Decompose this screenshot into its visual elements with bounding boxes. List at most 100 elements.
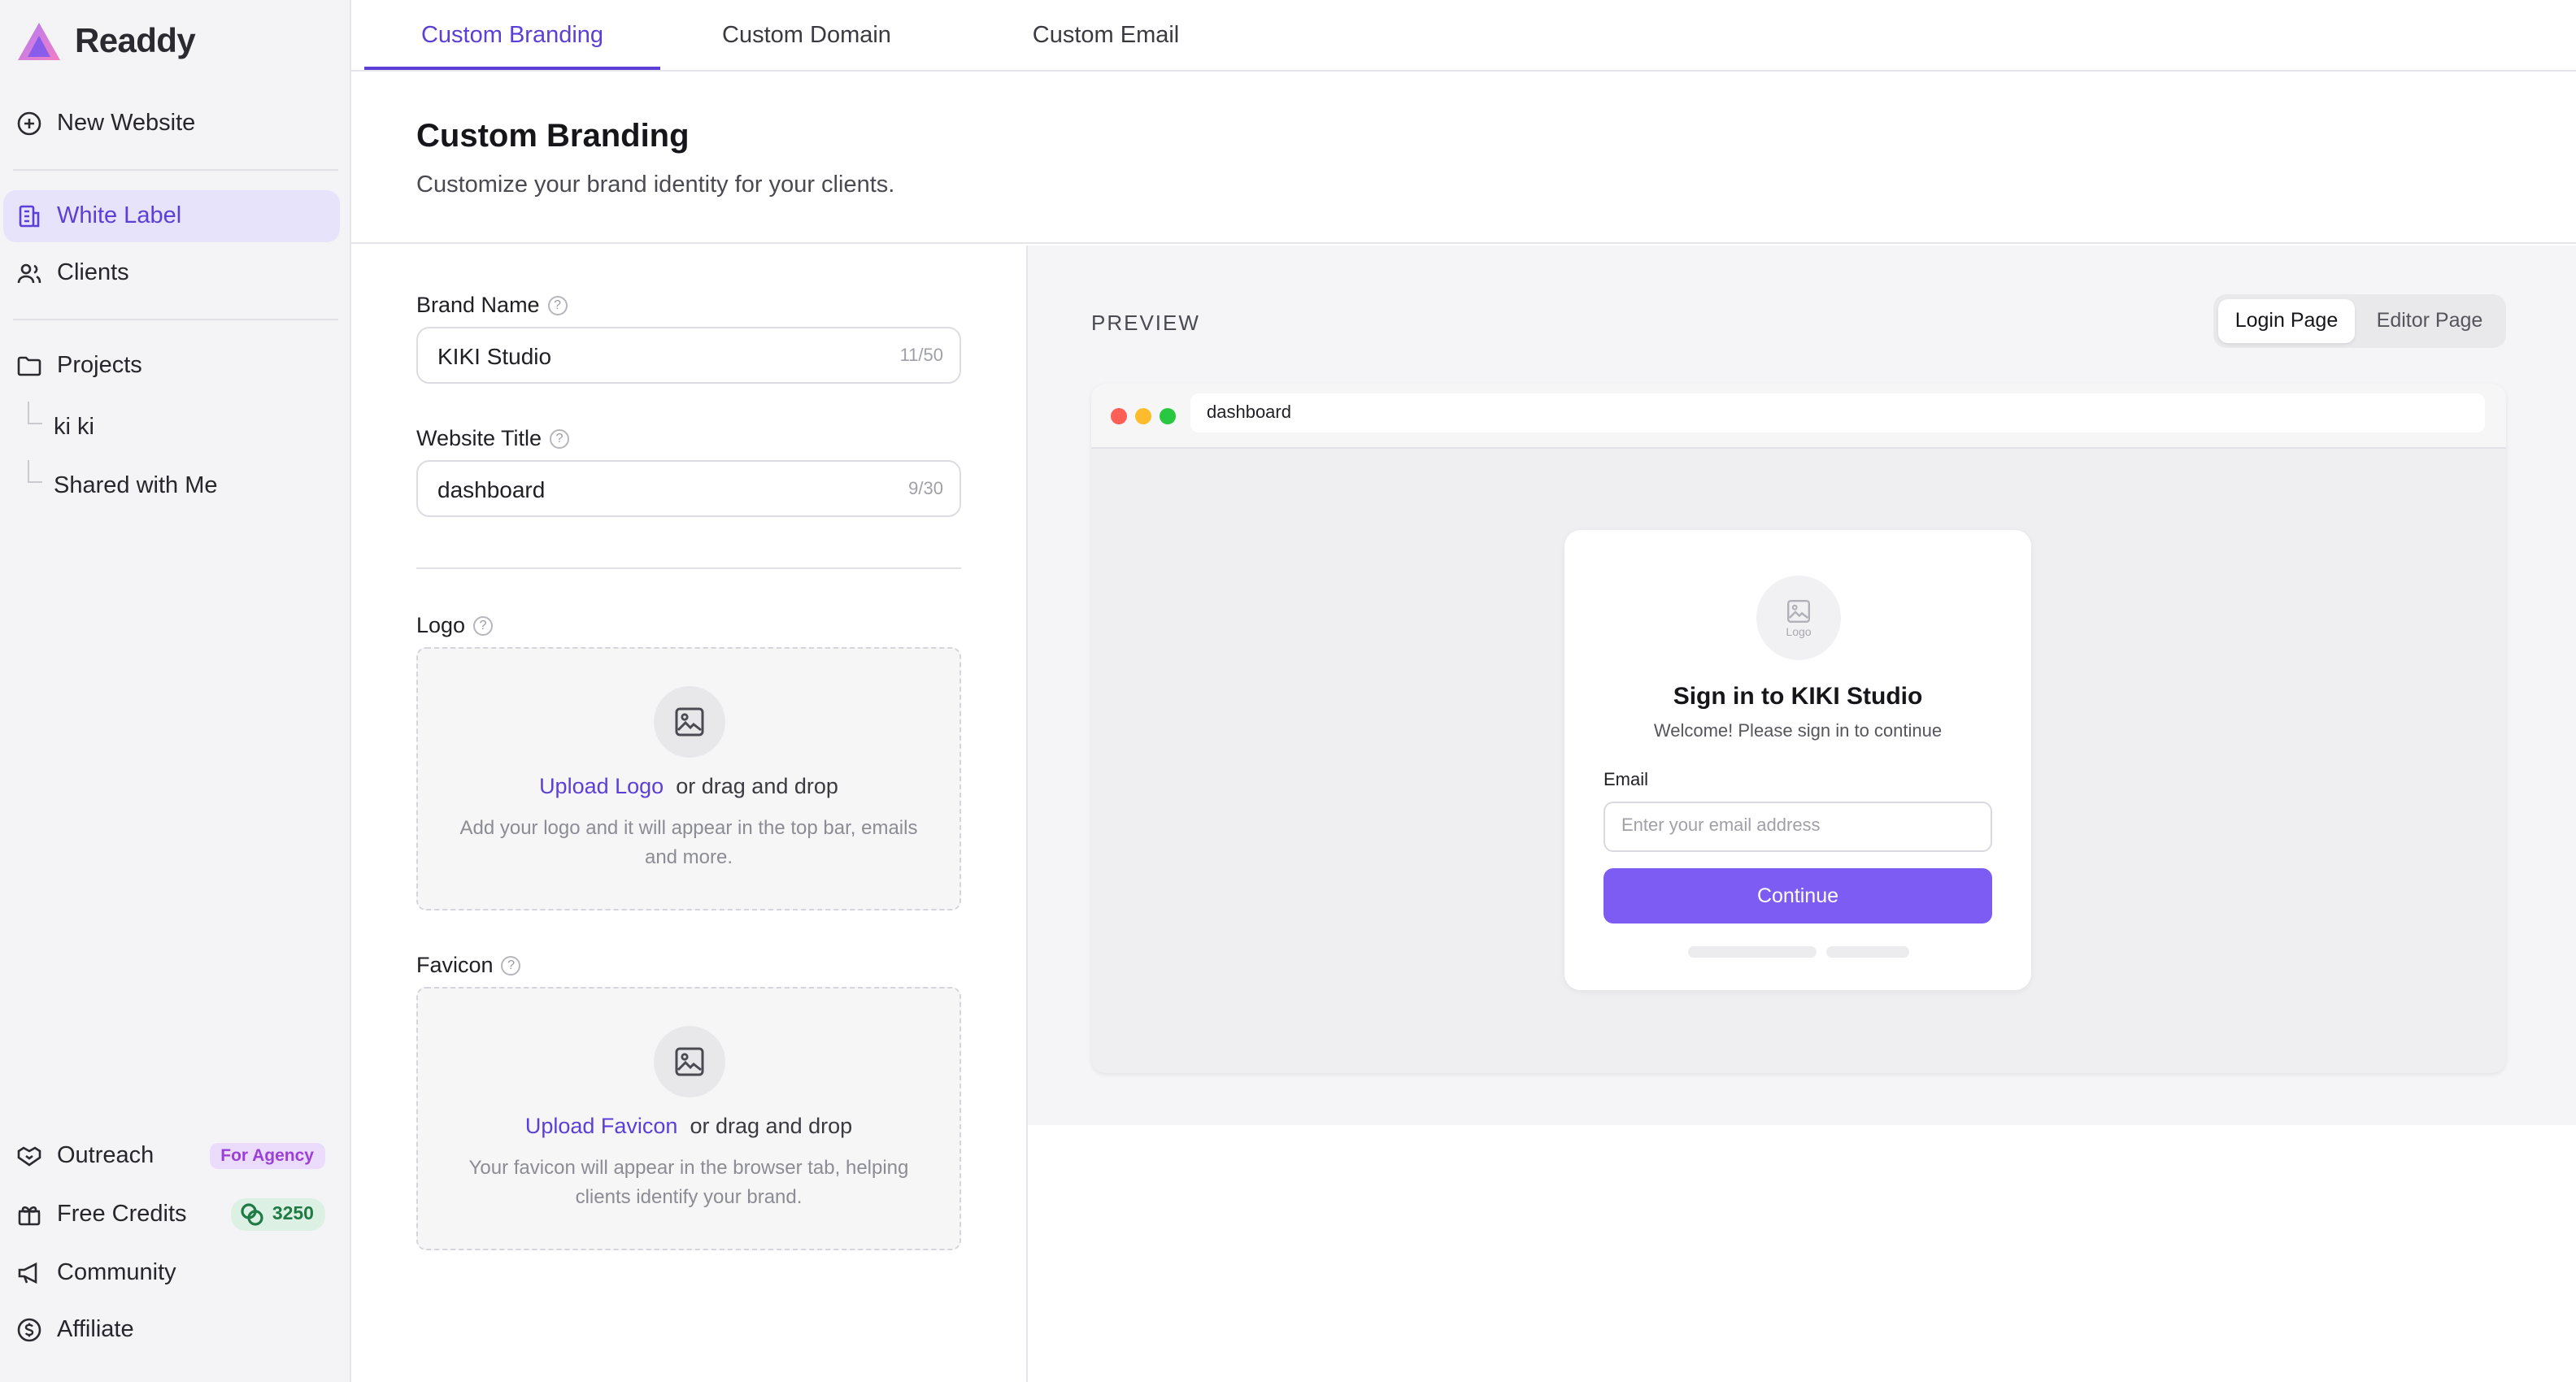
preview-mode-toggle: Login Page Editor Page — [2213, 294, 2506, 348]
email-field[interactable]: Enter your email address — [1603, 802, 1992, 852]
image-icon — [654, 1026, 725, 1097]
sidebar: Readdy New Website White Label Clients P… — [0, 0, 351, 1382]
tab-bar: Custom Branding Custom Domain Custom Ema… — [351, 0, 2576, 72]
logo-placeholder-text: Logo — [1786, 627, 1812, 638]
sidebar-item-affiliate[interactable]: Affiliate — [3, 1304, 340, 1356]
sidebar-item-label: Outreach — [57, 1143, 154, 1169]
favicon-label-text: Favicon — [416, 953, 494, 977]
new-website-label: New Website — [57, 111, 196, 137]
branding-form: Brand Name ? KIKI Studio 11/50 Website T… — [351, 246, 1028, 1382]
favicon-label: Favicon ? — [416, 953, 521, 977]
browser-toolbar: dashboard — [1091, 384, 2506, 449]
maximize-dot-icon — [1160, 408, 1176, 424]
login-card: Logo Sign in to KIKI Studio Welcome! Ple… — [1564, 530, 2031, 990]
drag-drop-text: or drag and drop — [676, 774, 838, 798]
login-page-toggle[interactable]: Login Page — [2218, 299, 2355, 343]
page-title: Custom Branding — [416, 119, 690, 154]
brand-name-char-count: 11/50 — [899, 346, 943, 365]
gift-icon — [18, 1206, 41, 1226]
sidebar-item-label: Clients — [57, 260, 129, 286]
brand-logo[interactable]: Readdy — [16, 20, 196, 65]
skeleton-line — [1688, 946, 1817, 958]
tree-connector — [28, 460, 42, 483]
brand-name-label-text: Brand Name — [416, 293, 540, 317]
sidebar-item-outreach[interactable]: Outreach For Agency — [3, 1130, 340, 1182]
logo-label-text: Logo — [416, 613, 466, 637]
website-title-label-text: Website Title — [416, 426, 542, 450]
divider — [13, 319, 338, 320]
agency-badge: For Agency — [209, 1143, 325, 1169]
continue-button[interactable]: Continue — [1603, 868, 1992, 924]
megaphone-icon — [18, 1262, 37, 1284]
tab-custom-branding[interactable]: Custom Branding — [364, 0, 660, 72]
email-label: Email — [1603, 771, 1649, 790]
preview-panel: PREVIEW Login Page Editor Page dashboard… — [1028, 246, 2576, 1125]
project-item[interactable]: ki ki — [54, 408, 94, 447]
users-icon — [17, 263, 41, 284]
page-subtitle: Customize your brand identity for your c… — [416, 172, 895, 198]
skeleton-line — [1826, 946, 1909, 958]
logo-hint: Add your logo and it will appear in the … — [459, 816, 918, 868]
brand-name: Readdy — [75, 23, 196, 60]
website-title-value: dashboard — [437, 476, 546, 502]
tree-connector — [28, 402, 42, 424]
website-title-char-count: 9/30 — [908, 479, 943, 498]
upload-favicon-link[interactable]: Upload Favicon — [525, 1114, 678, 1138]
sidebar-item-free-credits[interactable]: Free Credits 3250 — [3, 1189, 340, 1241]
active-tab-indicator — [364, 67, 660, 70]
new-website-button[interactable]: New Website — [3, 98, 340, 150]
coins-icon — [242, 1203, 264, 1226]
sidebar-item-label: Free Credits — [57, 1202, 187, 1228]
website-title-label: Website Title ? — [416, 426, 570, 450]
readdy-logo-icon — [18, 23, 60, 60]
building-icon — [19, 205, 40, 228]
help-icon[interactable]: ? — [547, 295, 568, 315]
browser-url-bar: dashboard — [1190, 393, 2485, 432]
plus-circle-icon — [17, 111, 41, 136]
project-item[interactable]: Shared with Me — [54, 467, 218, 506]
website-title-input[interactable]: dashboard 9/30 — [416, 460, 961, 517]
help-icon[interactable]: ? — [550, 428, 570, 448]
logo-upload-line: Upload Logo or drag and drop — [418, 774, 959, 798]
help-icon[interactable]: ? — [473, 615, 494, 635]
image-icon — [654, 686, 725, 758]
favicon-dropzone[interactable]: Upload Favicon or drag and drop Your fav… — [416, 987, 961, 1250]
handshake-icon — [17, 1146, 41, 1167]
sidebar-item-label: White Label — [57, 203, 182, 229]
upload-logo-link[interactable]: Upload Logo — [539, 774, 664, 798]
folder-icon — [17, 356, 41, 376]
sidebar-item-label: Affiliate — [57, 1317, 134, 1343]
logo-dropzone[interactable]: Upload Logo or drag and drop Add your lo… — [416, 647, 961, 910]
help-icon[interactable]: ? — [501, 955, 521, 975]
login-title: Sign in to KIKI Studio — [1673, 683, 1923, 711]
logo-label: Logo ? — [416, 613, 494, 637]
sidebar-item-label: Community — [57, 1260, 176, 1286]
brand-name-label: Brand Name ? — [416, 293, 568, 317]
credits-badge: 3250 — [231, 1198, 325, 1231]
sidebar-item-projects[interactable]: Projects — [3, 340, 340, 392]
browser-mockup: dashboard Logo Sign in to KIKI Studio We… — [1091, 384, 2506, 1073]
editor-page-toggle[interactable]: Editor Page — [2358, 299, 2501, 343]
minimize-dot-icon — [1135, 408, 1151, 424]
divider — [416, 567, 961, 569]
credits-count: 3250 — [272, 1205, 314, 1224]
login-subtitle: Welcome! Please sign in to continue — [1653, 722, 1943, 741]
close-dot-icon — [1111, 408, 1127, 424]
logo-placeholder: Logo — [1756, 576, 1841, 660]
sidebar-item-clients[interactable]: Clients — [3, 247, 340, 299]
favicon-hint: Your favicon will appear in the browser … — [468, 1156, 909, 1208]
brand-name-input[interactable]: KIKI Studio 11/50 — [416, 327, 961, 384]
dollar-circle-icon — [17, 1318, 41, 1342]
divider — [13, 169, 338, 171]
brand-name-value: KIKI Studio — [437, 342, 552, 368]
sidebar-item-community[interactable]: Community — [3, 1247, 340, 1299]
drag-drop-text: or drag and drop — [690, 1114, 853, 1138]
favicon-upload-line: Upload Favicon or drag and drop — [418, 1114, 959, 1138]
image-icon — [1787, 599, 1810, 622]
tab-custom-domain[interactable]: Custom Domain — [677, 0, 937, 72]
preview-label: PREVIEW — [1091, 311, 1200, 335]
tab-custom-email[interactable]: Custom Email — [977, 0, 1234, 72]
page-header: Custom Branding Customize your brand ide… — [351, 73, 2576, 244]
sidebar-item-label: Projects — [57, 353, 142, 379]
sidebar-item-white-label[interactable]: White Label — [3, 190, 340, 242]
